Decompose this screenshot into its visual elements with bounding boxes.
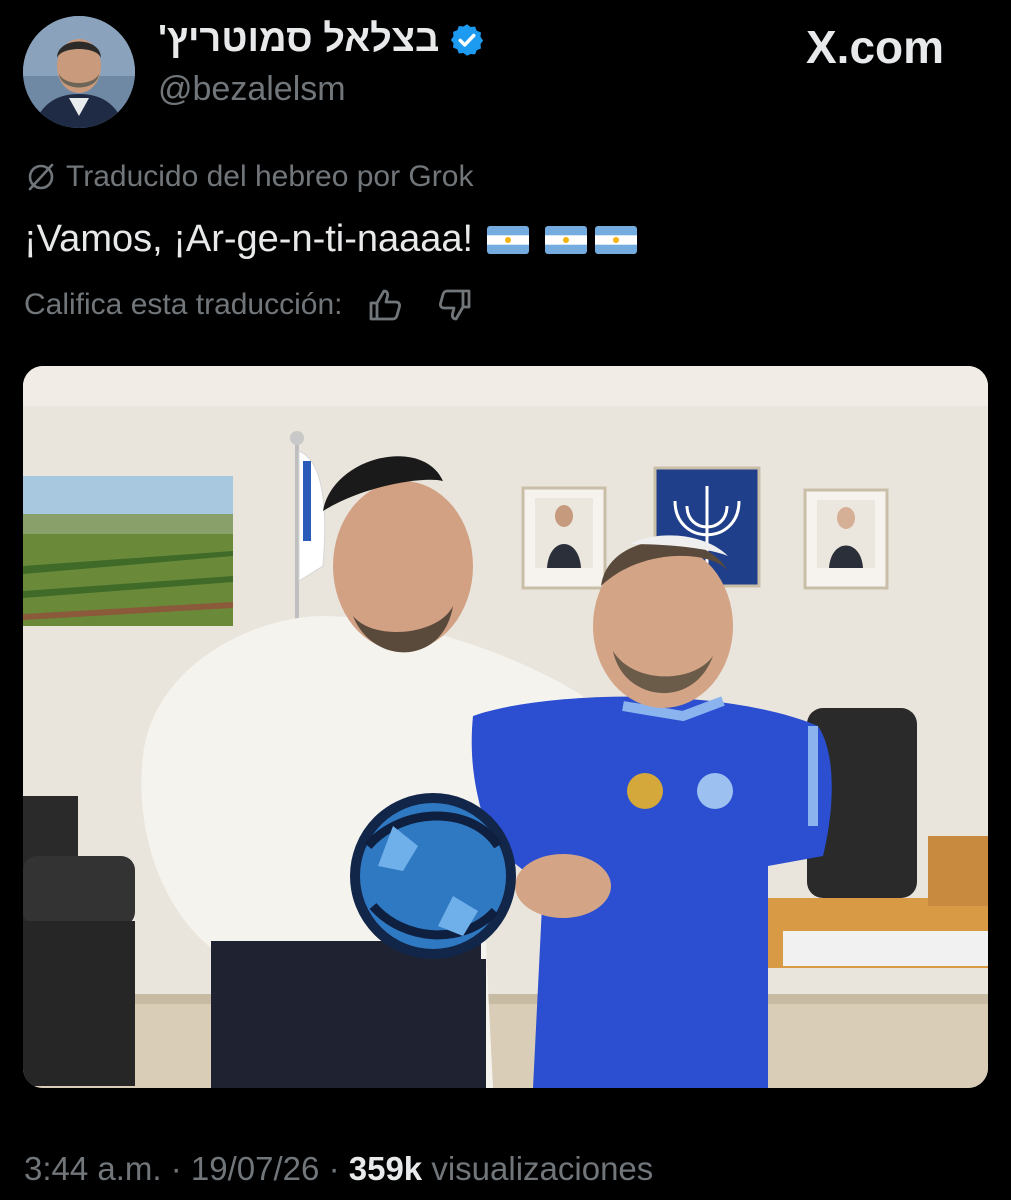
tweet-text: ¡Vamos, ¡Ar-ge-n-ti-naaaa! — [24, 218, 638, 261]
translation-slash-icon — [28, 163, 54, 191]
argentina-flag-icon — [545, 225, 588, 254]
verified-badge-icon — [451, 23, 484, 56]
footer-separator: · — [328, 1150, 340, 1187]
author-display-name[interactable]: בצלאל סמוטריץ' — [158, 18, 439, 61]
tweet-photo[interactable] — [23, 366, 988, 1088]
views-count: 359k — [348, 1150, 423, 1187]
tweet-footer: 3:44 a.m. · 19/07/26 · 359k visualizacio… — [24, 1150, 653, 1188]
tweet-date[interactable]: 19/07/26 — [191, 1150, 319, 1187]
argentina-flag-icon — [487, 225, 530, 254]
argentina-flag-icon — [595, 225, 638, 254]
rate-translation-label: Califica esta traducción: — [24, 288, 343, 321]
xcom-logo: X.com — [806, 21, 945, 73]
author-avatar[interactable] — [23, 16, 135, 128]
tweet-body: ¡Vamos, ¡Ar-ge-n-ti-naaaa! — [24, 218, 474, 260]
author-name-row: בצלאל סמוטריץ' — [158, 18, 485, 61]
photo-scene — [23, 366, 988, 1088]
translation-notice-text: Traducido del hebreo por Grok — [66, 160, 474, 193]
author-handle[interactable]: @bezalelsm — [158, 70, 346, 109]
tweet-time[interactable]: 3:44 a.m. — [24, 1150, 162, 1187]
footer-separator: · — [170, 1150, 182, 1187]
rate-translation: Califica esta traducción: — [24, 285, 475, 325]
thumbs-up-icon[interactable] — [365, 285, 405, 325]
translation-notice: Traducido del hebreo por Grok — [24, 160, 473, 194]
views-label: visualizaciones — [431, 1150, 654, 1187]
avatar-image — [23, 16, 135, 128]
thumbs-down-icon[interactable] — [435, 285, 475, 325]
